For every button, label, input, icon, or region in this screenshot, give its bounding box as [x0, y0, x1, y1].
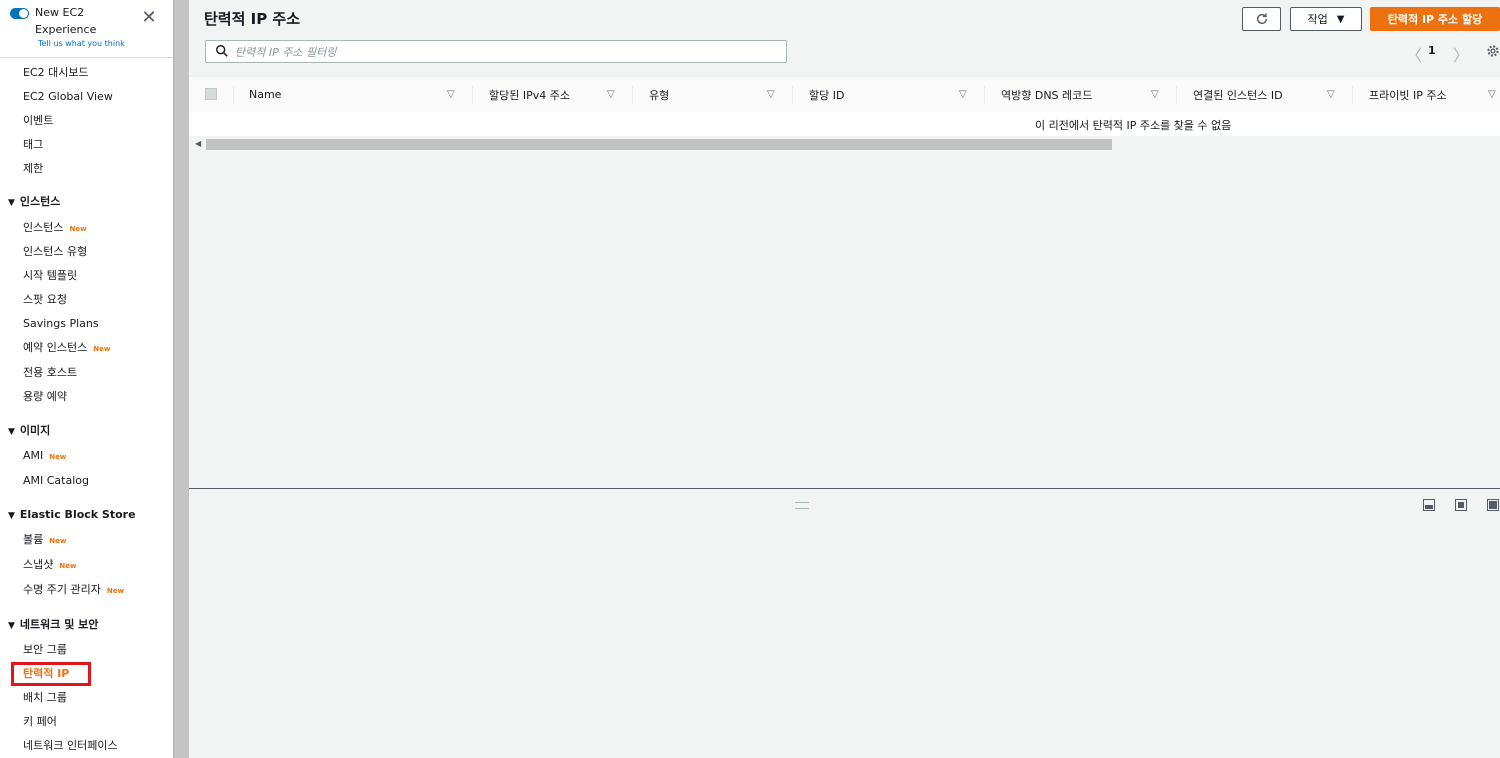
panel-full-icon[interactable] [1487, 499, 1499, 511]
horizontal-scrollbar[interactable]: ◀ [189, 136, 1500, 152]
sidebar-item-placement-groups[interactable]: 배치 그룹 [23, 691, 67, 705]
column-header-reverse-dns[interactable]: 역방향 DNS 레코드 ▽ [1001, 77, 1171, 112]
caret-down-icon: ▼ [8, 198, 15, 208]
refresh-icon [1256, 13, 1267, 25]
new-badge: New [59, 562, 77, 570]
sidebar-section-images[interactable]: ▼ 이미지 [8, 424, 50, 439]
sidebar-item-network-interfaces[interactable]: 네트워크 인터페이스 [23, 739, 118, 753]
chevron-right-icon[interactable]: 〉 [1453, 42, 1469, 66]
sidebar-item-reserved-instances[interactable]: 예약 인스턴스 New [23, 341, 110, 356]
new-badge: New [49, 453, 67, 461]
column-divider [984, 86, 985, 104]
scrollbar-thumb[interactable] [206, 139, 1112, 150]
sidebar-item-events[interactable]: 이벤트 [23, 114, 53, 128]
panel-bottom-icon[interactable] [1423, 499, 1435, 511]
sidebar-scrollbar[interactable] [173, 0, 189, 758]
sidebar-item-volumes[interactable]: 볼륨 New [23, 533, 66, 548]
new-badge: New [106, 587, 124, 595]
sidebar-section-instances[interactable]: ▼ 인스턴스 [8, 195, 60, 210]
sort-icon[interactable]: ▽ [1151, 89, 1159, 100]
table-header: Name ▽ 할당된 IPv4 주소 ▽ 유형 ▽ 할당 ID ▽ 역방향 DN… [189, 76, 1500, 113]
column-header-allocation-id[interactable]: 할당 ID ▽ [809, 77, 979, 112]
sidebar-item-ami-catalog[interactable]: AMI Catalog [23, 474, 89, 488]
chevron-left-icon[interactable]: 〈 [1406, 42, 1422, 66]
column-header-type[interactable]: 유형 ▽ [649, 77, 779, 112]
actions-dropdown[interactable]: 작업 ▼ [1290, 7, 1362, 31]
close-icon[interactable]: ✕ [141, 9, 157, 27]
sidebar-item-ami[interactable]: AMI New [23, 449, 66, 464]
sort-icon[interactable]: ▽ [1488, 89, 1496, 100]
sidebar-item-capacity-reservations[interactable]: 용량 예약 [23, 390, 67, 404]
search-icon [216, 45, 228, 57]
sort-icon[interactable]: ▽ [959, 89, 967, 100]
search-box [205, 40, 787, 63]
column-header-name[interactable]: Name ▽ [249, 77, 464, 112]
column-header-ipv4[interactable]: 할당된 IPv4 주소 ▽ [489, 77, 619, 112]
sidebar-item-instances[interactable]: 인스턴스 New [23, 221, 87, 236]
column-divider [632, 86, 633, 104]
caret-down-icon: ▼ [8, 621, 15, 631]
sidebar-item-tags[interactable]: 태그 [23, 138, 43, 152]
main-content: 탄력적 IP 주소 작업 ▼ 탄력적 IP 주소 할당 〈 1 〉 [189, 0, 1500, 758]
new-badge: New [49, 537, 67, 545]
sidebar-section-ebs[interactable]: ▼ Elastic Block Store [8, 508, 136, 523]
panel-center-icon[interactable] [1455, 499, 1467, 511]
highlight-box [11, 662, 91, 686]
gear-icon[interactable] [1486, 44, 1500, 58]
column-header-private-ip[interactable]: 프라이빗 IP 주소 ▽ [1369, 77, 1500, 112]
sidebar-item-spot-requests[interactable]: 스팟 요청 [23, 293, 67, 307]
page-number[interactable]: 1 [1428, 44, 1436, 57]
actions-label: 작업 [1307, 13, 1328, 26]
sort-icon[interactable]: ▽ [447, 89, 455, 100]
list-panel: 탄력적 IP 주소 작업 ▼ 탄력적 IP 주소 할당 〈 1 〉 [189, 0, 1500, 488]
caret-down-icon: ▼ [8, 511, 15, 521]
scroll-left-icon[interactable]: ◀ [195, 139, 201, 148]
column-divider [1352, 86, 1353, 104]
sidebar-item-limits[interactable]: 제한 [23, 162, 43, 176]
new-badge: New [69, 225, 87, 233]
sidebar-item-lifecycle-manager[interactable]: 수명 주기 관리자 New [23, 583, 124, 598]
allocate-elastic-ip-button[interactable]: 탄력적 IP 주소 할당 [1370, 7, 1500, 31]
sort-icon[interactable]: ▽ [607, 89, 615, 100]
column-divider [233, 86, 234, 104]
select-all-checkbox[interactable] [205, 88, 217, 100]
resize-handle[interactable] [795, 502, 809, 509]
sidebar-item-key-pairs[interactable]: 키 페어 [23, 715, 57, 729]
details-panel [189, 489, 1500, 758]
sort-icon[interactable]: ▽ [1327, 89, 1335, 100]
sidebar-item-security-groups[interactable]: 보안 그룹 [23, 643, 67, 657]
new-badge: New [93, 345, 111, 353]
sidebar-item-dedicated-hosts[interactable]: 전용 호스트 [23, 366, 77, 380]
sort-icon[interactable]: ▽ [767, 89, 775, 100]
feedback-link[interactable]: Tell us what you think [38, 39, 125, 48]
new-experience-title: New EC2 Experience [35, 6, 97, 36]
sidebar-item-ec2-dashboard[interactable]: EC2 대시보드 [23, 66, 89, 80]
page-title: 탄력적 IP 주소 [204, 10, 301, 28]
column-divider [792, 86, 793, 104]
new-experience-panel: New EC2 Experience Tell us what you thin… [0, 0, 173, 58]
sidebar-section-network-security[interactable]: ▼ 네트워크 및 보안 [8, 618, 98, 633]
sidebar-item-launch-templates[interactable]: 시작 템플릿 [23, 269, 77, 283]
column-divider [472, 86, 473, 104]
sidebar-item-instance-types[interactable]: 인스턴스 유형 [23, 245, 87, 259]
empty-message: 이 리전에서 탄력적 IP 주소를 찾을 수 없음 [1035, 119, 1232, 132]
sidebar-item-snapshots[interactable]: 스냅샷 New [23, 558, 76, 573]
caret-down-icon: ▼ [8, 427, 15, 437]
sidebar: New EC2 Experience Tell us what you thin… [0, 0, 174, 758]
search-input[interactable] [233, 43, 777, 62]
sidebar-item-savings-plans[interactable]: Savings Plans [23, 317, 99, 331]
new-experience-toggle[interactable] [10, 8, 29, 19]
table-empty-row: 이 리전에서 탄력적 IP 주소를 찾을 수 없음 [189, 112, 1500, 136]
sidebar-item-global-view[interactable]: EC2 Global View [23, 90, 113, 104]
caret-down-icon: ▼ [1336, 13, 1345, 25]
column-divider [1176, 86, 1177, 104]
column-header-instance-id[interactable]: 연결된 인스턴스 ID ▽ [1193, 77, 1343, 112]
refresh-button[interactable] [1242, 7, 1281, 31]
